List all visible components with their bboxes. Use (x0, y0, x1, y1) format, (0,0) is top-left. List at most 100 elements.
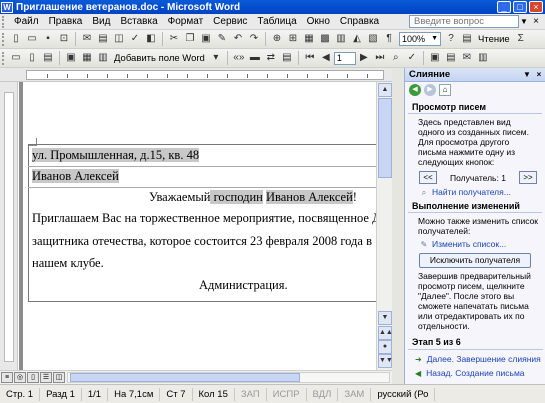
record-number-input[interactable]: 1 (333, 51, 356, 65)
menu-format[interactable]: Формат (163, 16, 209, 27)
permission-icon[interactable]: ⊡ (57, 32, 71, 46)
print-icon[interactable]: ▤ (96, 32, 110, 46)
insert-address-block-icon[interactable]: ▣ (64, 51, 78, 65)
status-page[interactable]: Стр. 1 (0, 387, 41, 401)
vertical-scrollbar[interactable]: ▲ ▼ ▲▲ ● ▼▼ (376, 82, 393, 370)
email-icon[interactable]: ✉ (80, 32, 94, 46)
insert-table-icon[interactable]: ▦ (302, 32, 316, 46)
propagate-labels-icon[interactable]: ▤ (280, 51, 294, 65)
maximize-icon[interactable]: □ (513, 1, 527, 13)
insert-excel-icon[interactable]: ▩ (318, 32, 332, 46)
find-entry-icon[interactable]: ⌕ (389, 51, 403, 65)
redo-icon[interactable]: ↷ (247, 32, 261, 46)
scroll-down-icon[interactable]: ▼ (378, 311, 392, 325)
menubar-grip[interactable] (2, 15, 6, 28)
edit-list-link[interactable]: ✎ Изменить список... (405, 236, 545, 249)
next-recipient-button[interactable]: >> (518, 171, 537, 184)
help-dropdown-icon[interactable]: ▼ (519, 17, 529, 26)
first-record-icon[interactable]: ⏮ (303, 51, 317, 65)
help-search-input[interactable] (409, 15, 519, 28)
paste-icon[interactable]: ▣ (199, 32, 213, 46)
body-line-3[interactable]: нашем клубе. (32, 256, 104, 271)
new-document-icon[interactable]: ▯ (9, 32, 23, 46)
name-line[interactable]: Иванов Алексей (32, 169, 119, 184)
check-errors-icon[interactable]: ✓ (405, 51, 419, 65)
chevron-down-icon[interactable]: ▼ (521, 70, 533, 79)
next-step-link[interactable]: ➜ Далее. Завершение слияния (405, 350, 545, 364)
home-icon[interactable]: ⌂ (439, 84, 451, 96)
drawing-icon[interactable]: ◭ (350, 32, 364, 46)
status-section[interactable]: Разд 1 (40, 387, 82, 401)
toolbar-grip[interactable] (2, 32, 5, 46)
save-icon[interactable]: ▪ (41, 32, 55, 46)
document-area[interactable]: ул. Промышленная, д.15, кв. 48 Иванов Ал… (19, 82, 376, 370)
normal-view-icon[interactable]: ≡ (1, 372, 13, 383)
horizontal-scroll-thumb[interactable] (70, 373, 300, 382)
menu-insert[interactable]: Вставка (115, 16, 162, 27)
next-record-icon[interactable]: ▶ (357, 51, 371, 65)
scroll-up-icon[interactable]: ▲ (378, 83, 392, 97)
tables-borders-icon[interactable]: ⊞ (286, 32, 300, 46)
status-overtype[interactable]: ЗАМ (338, 387, 372, 401)
columns-icon[interactable]: ▥ (334, 32, 348, 46)
document-page[interactable]: ул. Промышленная, д.15, кв. 48 Иванов Ал… (23, 82, 376, 370)
toolbar-options-icon[interactable]: Σ (514, 32, 528, 46)
menu-window[interactable]: Окно (302, 16, 335, 27)
research-icon[interactable]: ◧ (144, 32, 158, 46)
copy-icon[interactable]: ❐ (183, 32, 197, 46)
signature-line[interactable]: Администрация. (199, 278, 288, 293)
close-icon[interactable]: × (529, 1, 543, 13)
ruler-track[interactable] (26, 70, 384, 80)
insert-greeting-icon[interactable]: ▦ (80, 51, 94, 65)
merge-to-printer-icon[interactable]: ▤ (444, 51, 458, 65)
format-painter-icon[interactable]: ✎ (215, 32, 229, 46)
document-map-icon[interactable]: ▧ (366, 32, 380, 46)
status-column[interactable]: Кол 15 (193, 387, 235, 401)
merge-to-fax-icon[interactable]: ▥ (476, 51, 490, 65)
next-page-icon[interactable]: ▼▼ (378, 354, 393, 368)
last-record-icon[interactable]: ⏭ (373, 51, 387, 65)
toolbar-grip[interactable] (2, 51, 5, 65)
reading-mode-button[interactable]: Чтение (478, 34, 510, 45)
menu-edit[interactable]: Правка (44, 16, 88, 27)
match-fields-icon[interactable]: ⇄ (264, 51, 278, 65)
outline-view-icon[interactable]: ☰ (40, 372, 52, 383)
menu-table[interactable]: Таблица (252, 16, 301, 27)
find-recipient-link[interactable]: ⌕ Найти получателя... (405, 184, 545, 197)
back-arrow-icon[interactable]: ◀ (409, 84, 421, 96)
menu-help[interactable]: Справка (335, 16, 384, 27)
address-line[interactable]: ул. Промышленная, д.15, кв. 48 (32, 148, 200, 163)
reading-layout-icon[interactable]: ◫ (53, 372, 65, 383)
status-extend[interactable]: ВДЛ (307, 387, 339, 401)
show-hide-icon[interactable]: ¶ (382, 32, 396, 46)
recipients-icon[interactable]: ▤ (41, 51, 55, 65)
previous-step-link[interactable]: ◀ Назад. Создание письма (405, 364, 545, 384)
scroll-thumb[interactable] (378, 98, 392, 178)
body-line-2[interactable]: защитника отечества, которое состоится 2… (32, 234, 376, 249)
status-line[interactable]: Ст 7 (160, 387, 193, 401)
status-record-macro[interactable]: ЗАП (235, 387, 267, 401)
close-icon[interactable]: × (533, 70, 545, 79)
status-language[interactable]: русский (Ро (371, 387, 436, 401)
spelling-icon[interactable]: ✓ (128, 32, 142, 46)
web-layout-icon[interactable]: ◎ (14, 372, 26, 383)
zoom-select[interactable]: 100% ▼ (399, 32, 441, 46)
insert-merge-fields-icon[interactable]: ▥ (96, 51, 110, 65)
document-close-icon[interactable]: × (529, 16, 543, 27)
status-position[interactable]: На 7,1см (108, 387, 161, 401)
status-track-changes[interactable]: ИСПР (267, 387, 307, 401)
insert-word-field-button[interactable]: Добавить поле Word (114, 53, 205, 64)
greeting-line[interactable]: Уважаемый господин Иванов Алексей! (149, 190, 357, 205)
minimize-icon[interactable]: _ (497, 1, 511, 13)
hyperlink-icon[interactable]: ⊕ (270, 32, 284, 46)
menu-tools[interactable]: Сервис (208, 16, 252, 27)
horizontal-scroll-track[interactable] (67, 372, 390, 383)
body-line-1[interactable]: Приглашаем Вас на торжественное мероприя… (32, 211, 376, 226)
menu-view[interactable]: Вид (87, 16, 115, 27)
merge-to-email-icon[interactable]: ✉ (460, 51, 474, 65)
print-layout-icon[interactable]: ▯ (27, 372, 39, 383)
exclude-recipient-button[interactable]: Исключить получателя (419, 253, 531, 268)
open-folder-icon[interactable]: ▭ (25, 32, 39, 46)
main-document-setup-icon[interactable]: ▭ (9, 51, 23, 65)
undo-icon[interactable]: ↶ (231, 32, 245, 46)
